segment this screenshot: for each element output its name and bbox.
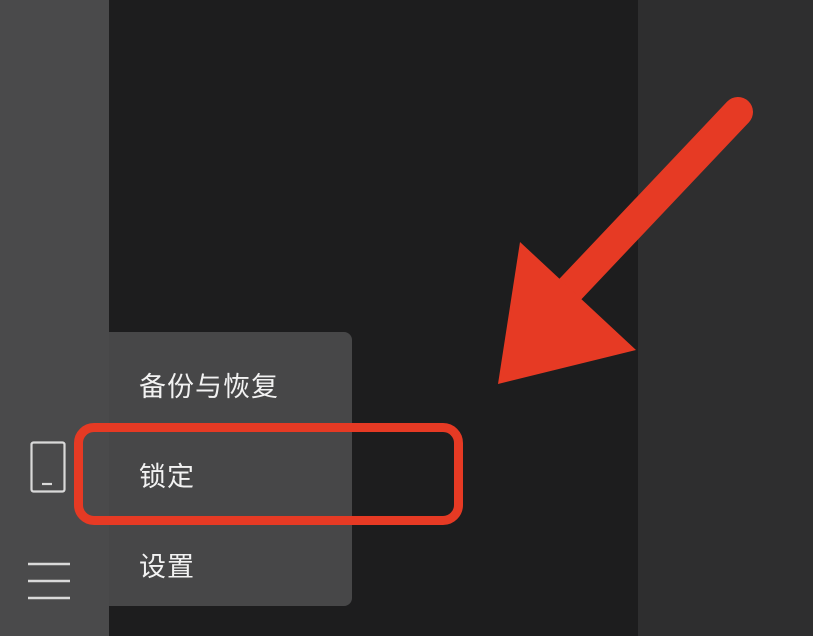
menu-item-backup-restore[interactable]: 备份与恢复 [109,340,352,428]
menu-item-label: 锁定 [139,461,195,493]
menu-item-settings[interactable]: 设置 [109,520,352,608]
menu-item-label: 设置 [139,551,195,583]
app-window: 备份与恢复 锁定 设置 [0,0,813,636]
sidebar [0,0,109,636]
hamburger-menu-icon[interactable] [26,560,72,602]
right-panel [638,0,813,636]
menu-item-label: 备份与恢复 [139,371,279,403]
menu-item-lock[interactable]: 锁定 [109,430,352,518]
tablet-icon[interactable] [30,441,66,493]
popup-menu: 备份与恢复 锁定 设置 [109,332,352,606]
